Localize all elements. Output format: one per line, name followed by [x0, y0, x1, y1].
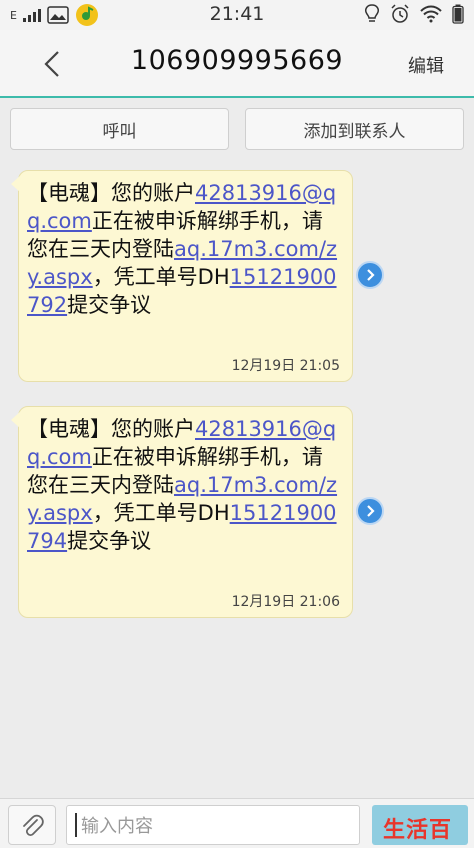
message-text-segment: ，凭工单号DH [92, 265, 230, 289]
message-input[interactable]: 输入内容 [66, 805, 360, 845]
message-detail-button[interactable] [356, 261, 384, 289]
message-text-segment: 提交争议 [67, 529, 152, 553]
message-timestamp: 12月19日 21:06 [231, 594, 340, 610]
call-button[interactable]: 呼叫 [10, 108, 229, 150]
message-text-segment: 提交争议 [67, 293, 152, 317]
watermark: 生活百科 [383, 818, 453, 843]
message-text-segment: ，凭工单号DH [92, 501, 230, 525]
sender-number: 106909995669 [130, 45, 344, 76]
message-detail-button[interactable] [356, 497, 384, 525]
action-row: 呼叫 添加到联系人 [0, 98, 474, 158]
chevron-right-icon [367, 505, 375, 517]
message-bubble[interactable]: 【电魂】您的账户42813916@qq.com正在被申诉解绑手机，请您在三天内登… [11, 406, 353, 618]
paperclip-icon [23, 814, 44, 837]
conversation-header: 106909995669 编辑 [0, 30, 474, 98]
message-text: 【电魂】您的账户42813916@qq.com正在被申诉解绑手机，请您在三天内登… [27, 415, 342, 555]
bulb-icon [365, 4, 379, 22]
chevron-right-icon [367, 269, 375, 281]
message-timestamp: 12月19日 21:05 [231, 358, 340, 374]
message-text-segment: 【电魂】您的账户 [27, 417, 195, 441]
message-bubble[interactable]: 【电魂】您的账户42813916@qq.com正在被申诉解绑手机，请您在三天内登… [11, 170, 353, 382]
status-bar: E 21:41 [0, 0, 474, 30]
attach-button[interactable] [8, 805, 56, 845]
input-placeholder: 输入内容 [81, 816, 153, 837]
message-text-segment: 【电魂】您的账户 [27, 181, 195, 205]
message-text: 【电魂】您的账户42813916@qq.com正在被申诉解绑手机，请您在三天内登… [27, 179, 342, 319]
add-to-contacts-button[interactable]: 添加到联系人 [245, 108, 464, 150]
edit-button[interactable]: 编辑 [408, 52, 444, 78]
battery-icon [452, 4, 464, 24]
wifi-icon [420, 5, 442, 23]
text-caret [75, 813, 77, 837]
alarm-icon [391, 4, 409, 23]
